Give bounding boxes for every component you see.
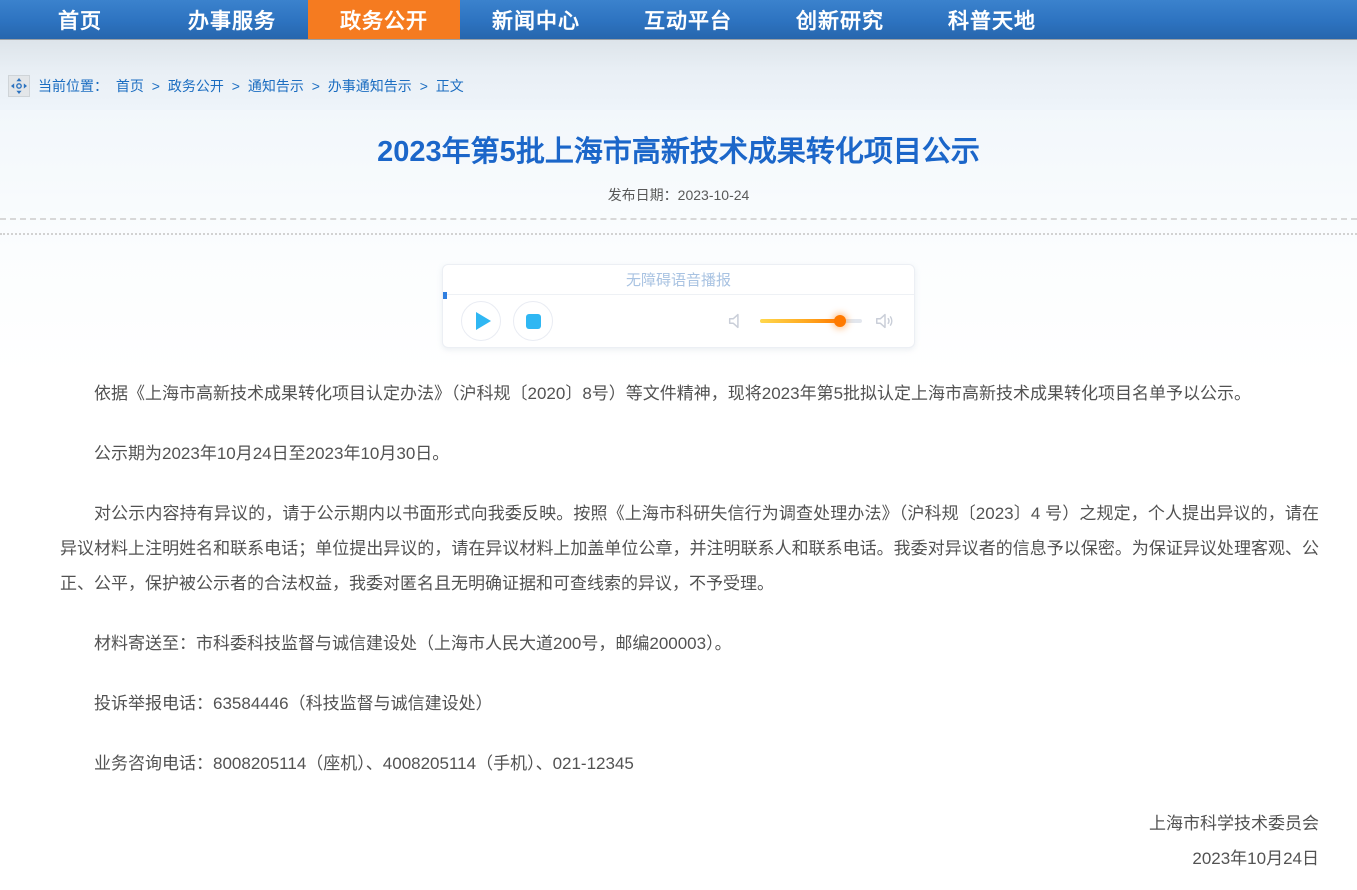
publish-date: 发布日期：2023-10-24 [0, 185, 1357, 205]
dotted-divider [0, 233, 1357, 235]
move-icon [8, 75, 30, 97]
breadcrumb-bar: 当前位置： 首页 > 政务公开 > 通知告示 > 办事通知告示 > 正文 [0, 40, 1357, 110]
top-navigation: 首页 办事服务 政务公开 新闻中心 互动平台 创新研究 科普天地 [0, 0, 1357, 40]
signature-date: 2023年10月24日 [0, 841, 1319, 876]
signature-block: 上海市科学技术委员会 2023年10月24日 [0, 806, 1319, 876]
nav-item-innovation[interactable]: 创新研究 [764, 0, 916, 39]
paragraph-period: 公示期为2023年10月24日至2023年10月30日。 [60, 436, 1319, 471]
volume-fill [760, 319, 840, 323]
volume-mute-icon [726, 310, 748, 332]
nav-item-services[interactable]: 办事服务 [156, 0, 308, 39]
audio-progress-marker [443, 292, 447, 299]
paragraph-objection: 对公示内容持有异议的，请于公示期内以书面形式向我委反映。按照《上海市科研失信行为… [60, 496, 1319, 601]
stop-button[interactable] [513, 301, 553, 341]
stop-icon [526, 314, 541, 329]
paragraph-mail-address: 材料寄送至：市科委科技监督与诚信建设处（上海市人民大道200号，邮编200003… [60, 626, 1319, 661]
audio-player: 无障碍语音播报 [442, 264, 915, 348]
audio-player-controls [443, 295, 914, 347]
audio-player-title: 无障碍语音播报 [443, 265, 914, 295]
volume-slider-knob[interactable] [834, 315, 846, 327]
paragraph-basis: 依据《上海市高新技术成果转化项目认定办法》（沪科规〔2020〕8号）等文件精神，… [60, 376, 1319, 411]
breadcrumb-separator: > [232, 78, 240, 94]
breadcrumb-item-gov-disclosure[interactable]: 政务公开 [168, 78, 224, 94]
breadcrumb-item-notices[interactable]: 通知告示 [248, 78, 304, 94]
breadcrumb-item-service-notices[interactable]: 办事通知告示 [328, 78, 412, 94]
nav-item-gov-disclosure[interactable]: 政务公开 [308, 0, 460, 39]
article-body: 依据《上海市高新技术成果转化项目认定办法》（沪科规〔2020〕8号）等文件精神，… [60, 376, 1319, 781]
breadcrumb-separator: > [420, 78, 428, 94]
dashed-divider [0, 218, 1357, 220]
nav-item-interaction[interactable]: 互动平台 [612, 0, 764, 39]
volume-up-icon [874, 310, 896, 332]
volume-control [726, 310, 896, 332]
breadcrumb-prefix: 当前位置： [38, 78, 108, 94]
breadcrumb-separator: > [152, 78, 160, 94]
play-button[interactable] [461, 301, 501, 341]
paragraph-report-phone: 投诉举报电话：63584446（科技监督与诚信建设处） [60, 686, 1319, 721]
play-icon [476, 312, 491, 330]
breadcrumb-item-current: 正文 [436, 78, 464, 94]
content-area: 2023年第5批上海市高新技术成果转化项目公示 发布日期：2023-10-24 … [0, 110, 1357, 889]
volume-slider[interactable] [760, 319, 862, 323]
breadcrumb-item-home[interactable]: 首页 [116, 78, 144, 94]
paragraph-consult-phone: 业务咨询电话：8008205114（座机）、4008205114（手机）、021… [60, 746, 1319, 781]
breadcrumb: 当前位置： 首页 > 政务公开 > 通知告示 > 办事通知告示 > 正文 [38, 76, 468, 96]
page-title: 2023年第5批上海市高新技术成果转化项目公示 [0, 110, 1357, 170]
signature-org: 上海市科学技术委员会 [0, 806, 1319, 841]
breadcrumb-separator: > [312, 78, 320, 94]
nav-item-news[interactable]: 新闻中心 [460, 0, 612, 39]
nav-item-science[interactable]: 科普天地 [916, 0, 1068, 39]
nav-item-home[interactable]: 首页 [4, 0, 156, 39]
